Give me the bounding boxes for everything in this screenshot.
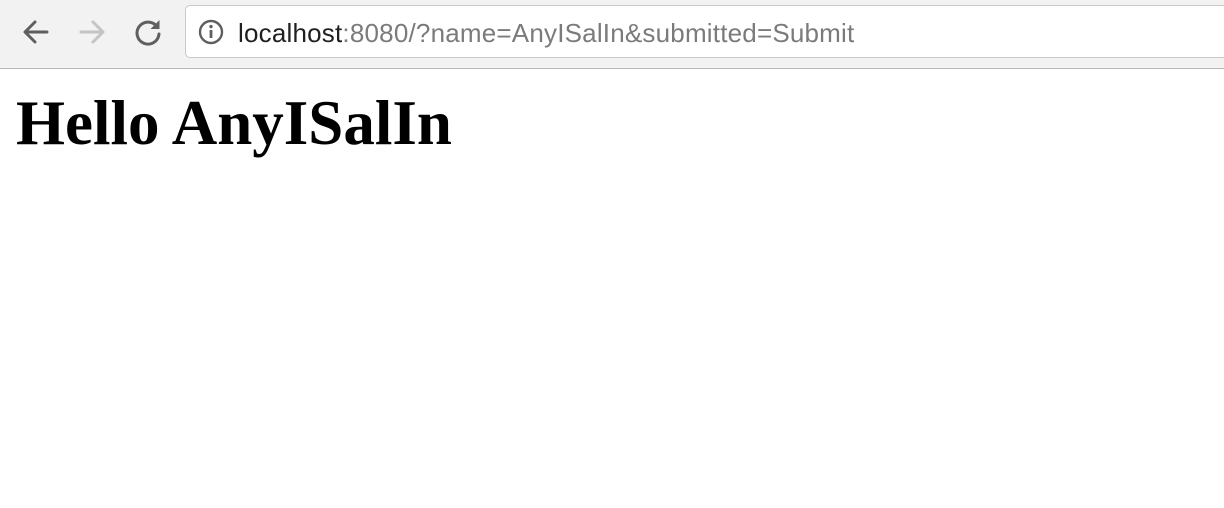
arrow-right-icon: [77, 17, 107, 47]
page-heading: Hello AnyISalIn: [16, 88, 452, 158]
reload-icon: [133, 17, 163, 47]
back-button[interactable]: [18, 14, 54, 50]
url-host: localhost: [238, 18, 343, 48]
page-content: Hello AnyISalIn: [0, 69, 1224, 508]
arrow-left-icon: [21, 17, 51, 47]
address-bar[interactable]: localhost:8080/?name=AnyISalIn&submitted…: [185, 5, 1224, 58]
reload-button[interactable]: [130, 14, 166, 50]
info-icon[interactable]: [198, 19, 224, 45]
forward-button[interactable]: [74, 14, 110, 50]
url-text[interactable]: localhost:8080/?name=AnyISalIn&submitted…: [238, 18, 854, 48]
browser-toolbar: localhost:8080/?name=AnyISalIn&submitted…: [0, 0, 1224, 69]
url-path-query: :8080/?name=AnyISalIn&submitted=Submit: [342, 18, 855, 48]
